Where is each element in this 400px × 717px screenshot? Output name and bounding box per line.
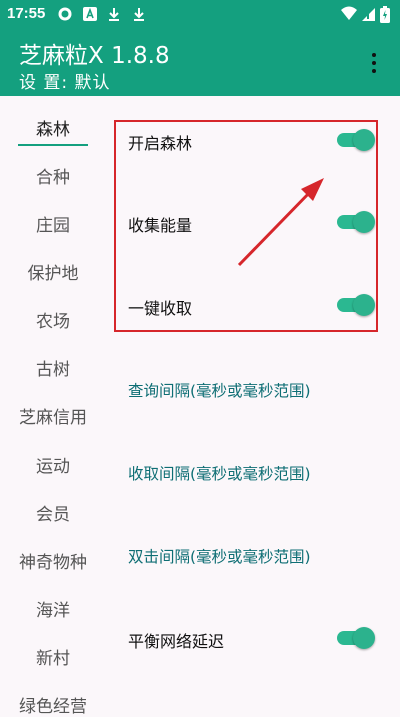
annotation-arrow-icon xyxy=(237,178,324,267)
